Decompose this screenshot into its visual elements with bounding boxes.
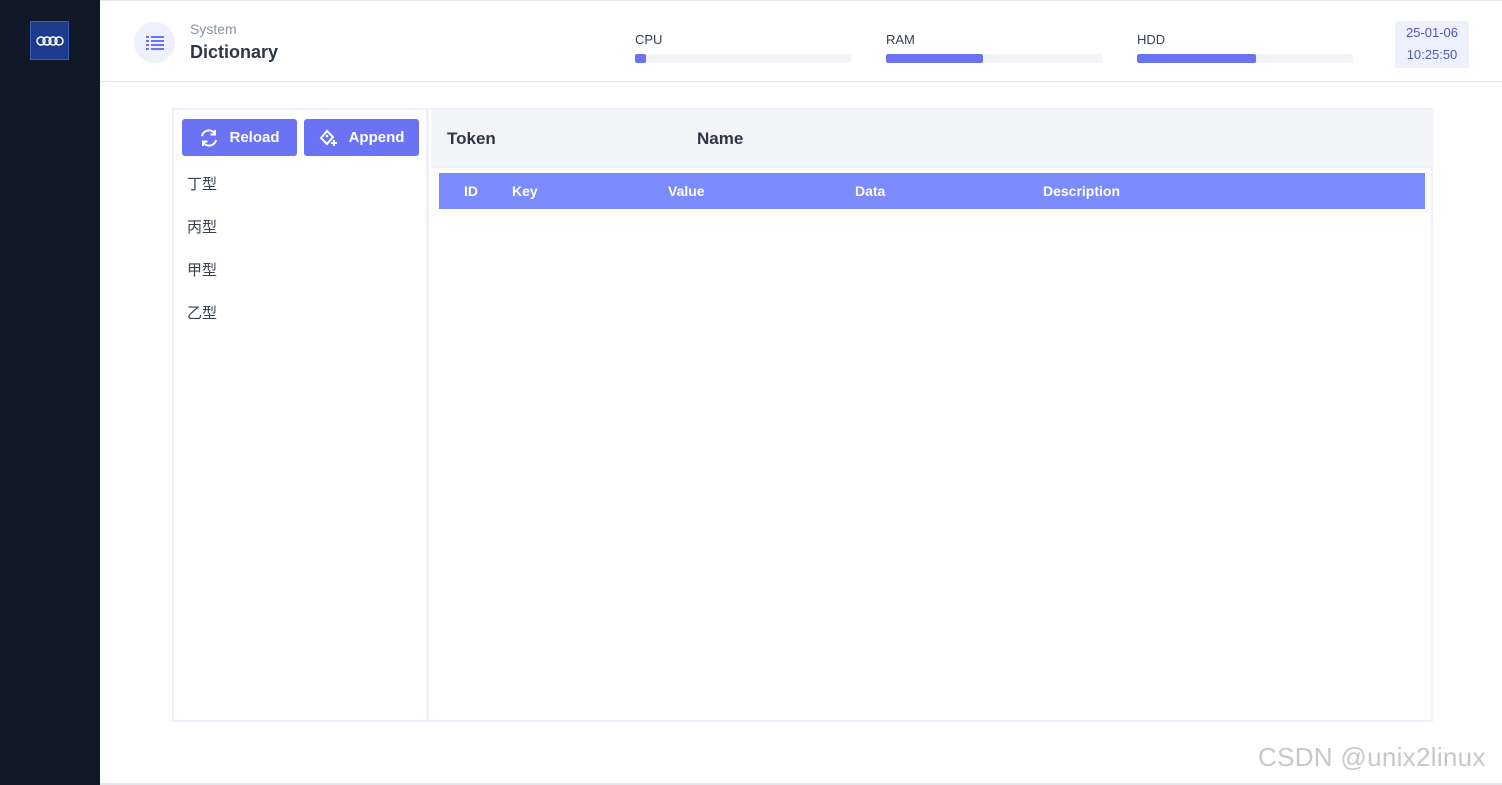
reload-button[interactable]: Reload xyxy=(182,119,297,156)
hdd-meter-label: HDD xyxy=(1137,32,1166,47)
cpu-meter: CPU xyxy=(635,32,851,63)
breadcrumb-section: System xyxy=(190,21,237,37)
list-item[interactable]: 甲型 xyxy=(187,260,217,303)
app-logo[interactable] xyxy=(30,21,69,60)
column-header-description[interactable]: Description xyxy=(1043,183,1120,199)
page-title: Dictionary xyxy=(190,42,279,62)
hdd-meter-track xyxy=(1137,54,1353,63)
watermark-text: CSDN @unix2linux xyxy=(1258,742,1486,772)
dictionary-detail-column: Token Name ID Key Value Data Description xyxy=(431,110,1433,720)
list-item[interactable]: 丙型 xyxy=(187,217,217,260)
dictionary-type-column: Reload Append 丁型 丙型 甲型 乙型 xyxy=(174,110,429,720)
ram-meter: RAM xyxy=(886,32,1102,63)
column-header-key[interactable]: Key xyxy=(512,183,538,199)
cpu-meter-track xyxy=(635,54,851,63)
list-item[interactable]: 乙型 xyxy=(187,303,217,346)
time-text: 10:25:50 xyxy=(1406,47,1458,62)
append-button-label: Append xyxy=(348,129,405,146)
column-header-id[interactable]: ID xyxy=(464,183,478,199)
dictionary-panel: Reload Append 丁型 丙型 甲型 乙型 Token Name ID … xyxy=(172,108,1433,722)
append-button[interactable]: Append xyxy=(304,119,419,156)
sidebar xyxy=(0,0,100,785)
list-icon xyxy=(145,35,164,50)
datetime-badge: 25-01-06 10:25:50 xyxy=(1395,21,1469,68)
dictionary-type-list: 丁型 丙型 甲型 乙型 xyxy=(187,174,217,346)
top-header: System Dictionary CPU RAM HDD 25-01-06 1… xyxy=(100,0,1502,82)
column-header-data[interactable]: Data xyxy=(855,183,885,199)
filter-bar: Token Name xyxy=(431,110,1433,168)
cpu-meter-label: CPU xyxy=(635,32,663,47)
hdd-meter: HDD xyxy=(1137,32,1353,63)
app-root: System Dictionary CPU RAM HDD 25-01-06 1… xyxy=(0,0,1502,785)
refresh-icon xyxy=(201,128,218,147)
column-header-value[interactable]: Value xyxy=(668,183,705,199)
hdd-meter-fill xyxy=(1137,54,1256,63)
name-filter-label[interactable]: Name xyxy=(697,129,743,149)
reload-button-label: Reload xyxy=(229,129,280,146)
date-text: 25-01-06 xyxy=(1405,25,1459,40)
add-tag-icon xyxy=(319,129,337,146)
cpu-meter-fill xyxy=(635,54,646,63)
list-item[interactable]: 丁型 xyxy=(187,174,217,217)
ram-meter-track xyxy=(886,54,1102,63)
ram-meter-label: RAM xyxy=(886,32,915,47)
token-filter-label[interactable]: Token xyxy=(447,129,496,149)
logo-rings-icon xyxy=(35,35,64,46)
table-header: ID Key Value Data Description xyxy=(439,173,1425,209)
ram-meter-fill xyxy=(886,54,984,63)
menu-toggle-button[interactable] xyxy=(134,22,175,63)
